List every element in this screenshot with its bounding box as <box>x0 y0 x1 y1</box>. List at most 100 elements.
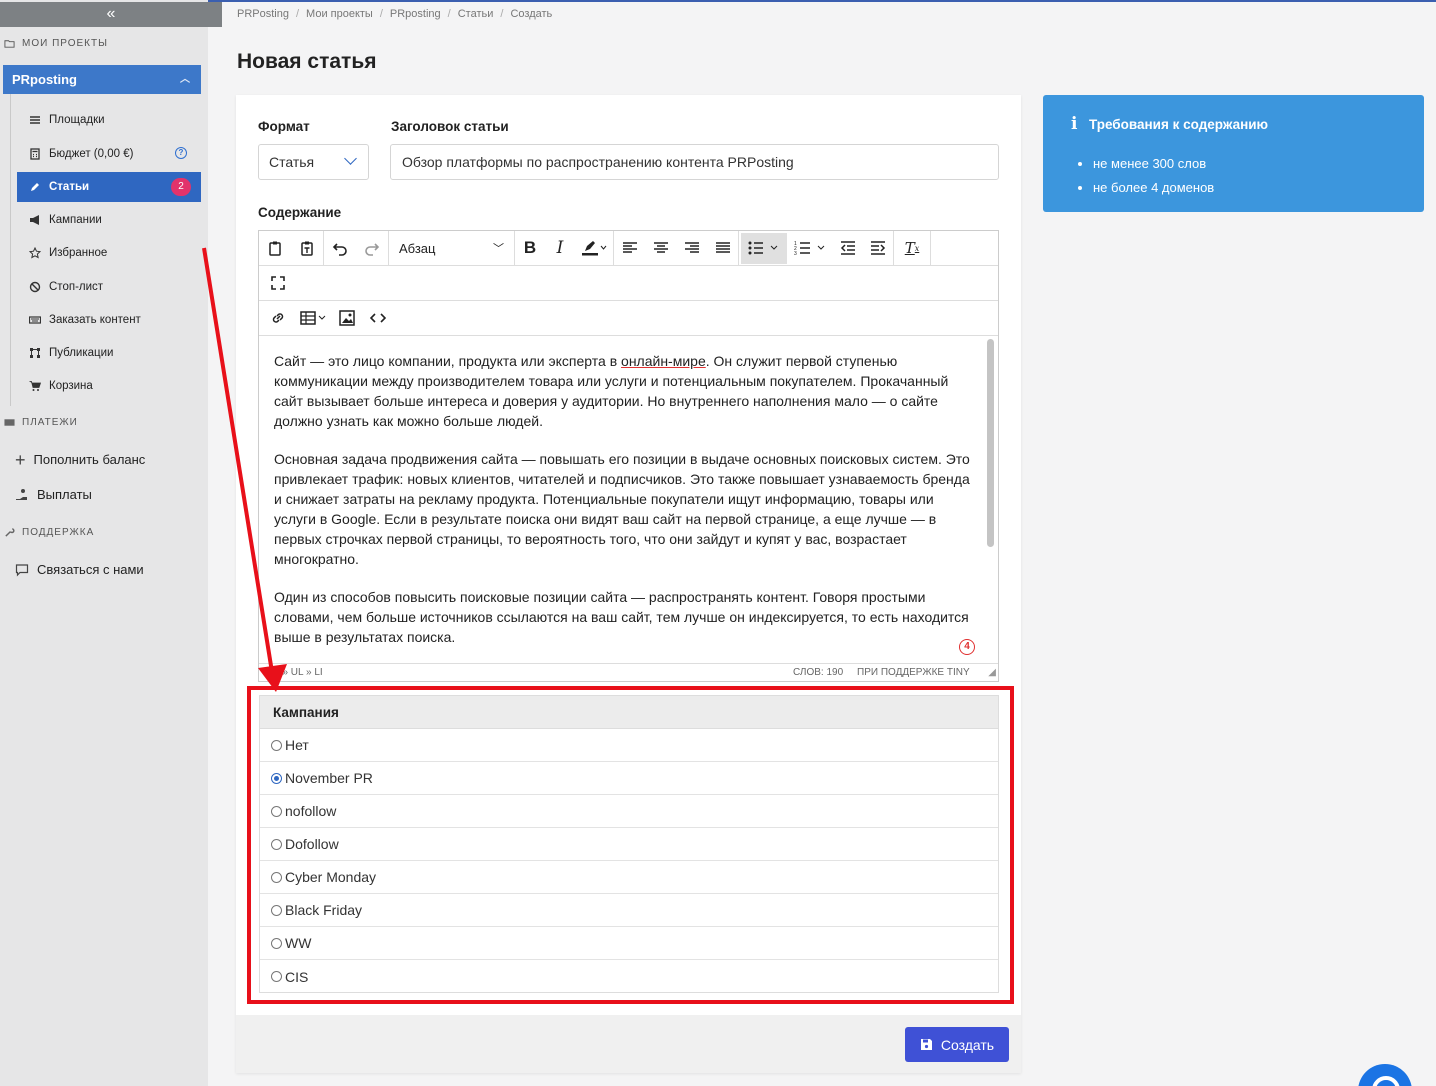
align-justify-icon[interactable] <box>707 231 738 266</box>
breadcrumb-item[interactable]: Статьи <box>458 8 494 20</box>
sidebar-item-label: Выплаты <box>37 487 92 502</box>
sidebar-item-contact[interactable]: Связаться с нами <box>15 562 144 577</box>
sidebar-item-campaigns[interactable]: Кампании <box>17 205 201 235</box>
sidebar-item-order-content[interactable]: Заказать контент <box>17 305 201 335</box>
paste-icon[interactable] <box>259 231 291 266</box>
sidebar-collapse-button[interactable]: « <box>0 2 222 27</box>
editor-content[interactable]: Сайт — это лицо компании, продукта или э… <box>260 337 985 663</box>
requirement-item: не более 4 доменов <box>1093 176 1214 200</box>
rich-text-editor: Абзац ﹀ B I 123 Tx Сайт — это лицо компа… <box>258 230 999 682</box>
sidebar-item-publications[interactable]: Публикации <box>17 338 201 368</box>
chevron-down-icon <box>344 152 357 165</box>
element-path[interactable]: V » UL » LI <box>273 664 323 681</box>
code-icon[interactable] <box>363 301 393 336</box>
sidebar-item-label: Корзина <box>49 380 93 392</box>
tree-line <box>10 94 11 406</box>
wrench-icon <box>5 528 15 537</box>
section-my-projects-label: МОИ ПРОЕКТЫ <box>22 38 108 49</box>
sidebar-item-label: Бюджет (0,00 €) <box>49 148 134 160</box>
credit-card-icon <box>4 419 15 426</box>
question-icon[interactable]: ? <box>175 147 187 159</box>
resize-handle-icon[interactable]: ◢ <box>988 664 996 681</box>
align-center-icon[interactable] <box>645 231 676 266</box>
section-payments-label: ПЛАТЕЖИ <box>22 417 78 428</box>
sidebar-item-stoplist[interactable]: Стоп-лист <box>17 272 201 302</box>
sidebar-item-label: Заказать контент <box>49 314 141 326</box>
highlight-color-icon[interactable] <box>575 231 613 266</box>
block-format-select[interactable]: Абзац ﹀ <box>389 231 514 266</box>
powered-by[interactable]: ПРИ ПОДДЕРЖКЕ TINY <box>857 664 970 681</box>
sidebar-item-cart[interactable]: Корзина <box>17 371 201 401</box>
create-button-label: Создать <box>940 1036 995 1053</box>
redo-icon[interactable] <box>356 231 388 266</box>
keyboard-icon <box>29 316 41 324</box>
project-name: PRposting <box>12 72 77 87</box>
numbered-list-icon[interactable]: 123 <box>789 231 833 266</box>
folder-icon <box>4 40 15 48</box>
table-icon[interactable] <box>297 301 331 336</box>
sidebar-item-payouts[interactable]: Выплаты <box>15 487 92 502</box>
breadcrumb-item[interactable]: PRPosting <box>237 8 289 20</box>
editor-toolbar-row-3 <box>259 301 998 336</box>
cart-icon <box>29 381 41 391</box>
breadcrumb-item[interactable]: PRposting <box>390 8 441 20</box>
paste-text-icon[interactable] <box>291 231 323 266</box>
calculator-icon <box>30 148 40 160</box>
sidebar-item-budget[interactable]: Бюджет (0,00 €) ? <box>17 139 201 169</box>
sidebar-item-label: Публикации <box>49 347 114 359</box>
align-left-icon[interactable] <box>614 231 645 266</box>
save-icon <box>920 1039 932 1050</box>
sidebar-item-topup[interactable]: + Пополнить баланс <box>15 451 146 469</box>
chat-icon <box>15 563 29 576</box>
image-icon[interactable] <box>331 301 363 336</box>
editor-toolbar-row-1: Абзац ﹀ B I 123 Tx <box>259 230 998 266</box>
page-title: Новая статья <box>237 50 377 73</box>
fullscreen-icon[interactable] <box>259 266 297 301</box>
undo-icon[interactable] <box>324 231 356 266</box>
breadcrumb-item[interactable]: Мои проекты <box>306 8 373 20</box>
word-count: СЛОВ: 190 <box>793 667 844 678</box>
megaphone-icon <box>30 215 39 225</box>
grammar-count-badge[interactable]: 4 <box>959 639 975 655</box>
breadcrumb-item: Создать <box>510 8 553 20</box>
sidebar-item-label: Пополнить баланс <box>33 452 146 467</box>
sidebar-item-label: Связаться с нами <box>37 562 144 577</box>
editor-toolbar-row-2 <box>259 266 998 301</box>
breadcrumb: PRPosting / Мои проекты / PRposting / Статьи / С… <box>237 8 553 20</box>
editor-statusbar: V » UL » LI СЛОВ: 190 ПРИ ПОДДЕРЖКЕ TINY… <box>259 663 998 681</box>
bold-icon[interactable]: B <box>515 231 545 266</box>
chat-widget-button[interactable] <box>1358 1064 1412 1086</box>
create-button[interactable]: Создать <box>905 1027 1009 1062</box>
sidebar-item-label: Стоп-лист <box>49 281 104 293</box>
sidebar-item-platforms[interactable]: Площадки <box>17 105 201 135</box>
format-value: Статья <box>269 154 315 170</box>
info-icon: i <box>1071 114 1078 134</box>
block-format-value: Абзац <box>399 240 436 256</box>
editor-scrollbar[interactable] <box>987 339 994 547</box>
section-my-projects: МОИ ПРОЕКТЫ <box>4 38 108 49</box>
section-support: ПОДДЕРЖКА <box>4 527 94 538</box>
sidebar-item-articles[interactable]: Статьи 2 <box>17 172 201 202</box>
sidebar-item-label: Статьи <box>49 181 90 193</box>
clear-format-icon[interactable]: Tx <box>894 231 930 266</box>
requirements-title: Требования к содержанию <box>1089 117 1269 132</box>
format-label: Формат <box>258 119 310 134</box>
paragraph: Один из способов повысить поисковые пози… <box>274 589 969 645</box>
sidebar-item-favorites[interactable]: Избранное <box>17 238 201 268</box>
article-title-input[interactable]: Обзор платформы по распространению конте… <box>390 144 999 180</box>
misspelled-word[interactable]: онлайн-мире <box>621 353 706 369</box>
pencil-icon <box>31 183 39 191</box>
sidebar-item-label: Площадки <box>49 114 105 126</box>
ban-icon <box>29 281 41 293</box>
link-icon[interactable] <box>259 301 297 336</box>
italic-icon[interactable]: I <box>545 231 575 266</box>
align-right-icon[interactable] <box>676 231 707 266</box>
project-selector[interactable]: PRposting ︿ <box>3 65 201 94</box>
outdent-icon[interactable] <box>833 231 863 266</box>
indent-icon[interactable] <box>863 231 893 266</box>
chevron-up-icon: ︿ <box>180 74 190 85</box>
format-select[interactable]: Статья <box>258 144 369 180</box>
bullet-list-icon[interactable] <box>741 232 787 264</box>
chevron-down-icon: ﹀ <box>493 243 504 255</box>
star-icon <box>29 247 41 259</box>
